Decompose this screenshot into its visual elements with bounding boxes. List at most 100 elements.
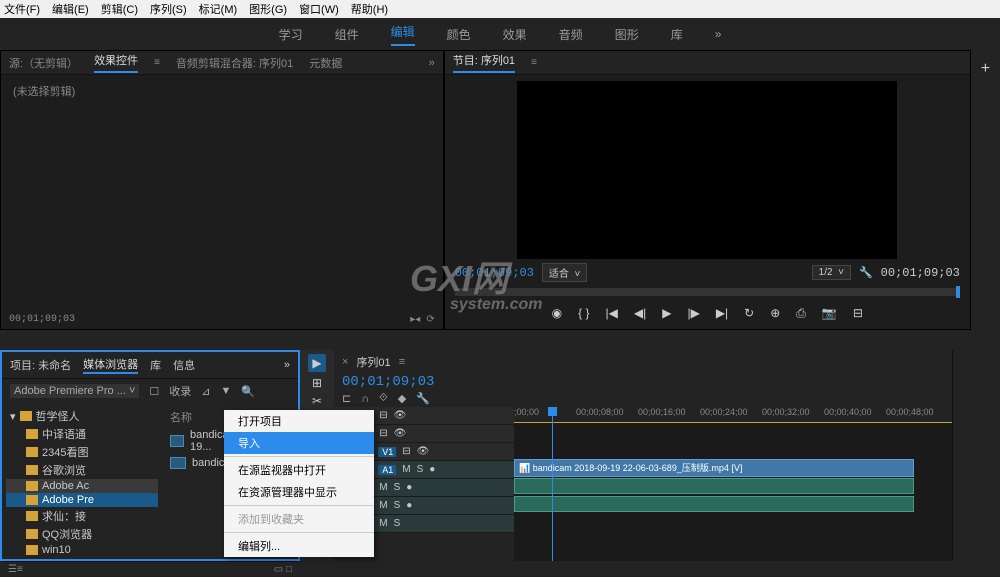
track-toggle[interactable]: ⊟ <box>402 446 410 457</box>
menu-window[interactable]: 窗口(W) <box>299 1 339 17</box>
tab-info[interactable]: 信息 <box>173 357 195 373</box>
overwrite-button[interactable]: ⎙ <box>796 306 806 321</box>
audio-clip-a2[interactable] <box>514 496 914 512</box>
ctx-edit-columns[interactable]: 编辑列... <box>224 535 374 557</box>
track-toggle[interactable]: ⊟ <box>379 410 387 421</box>
folder-root[interactable]: ▾ 哲学怪人 <box>6 407 158 425</box>
settings-icon[interactable]: 🔧 <box>859 266 873 279</box>
fit-dropdown[interactable]: 适合 ˅ <box>542 263 587 282</box>
workspace-audio[interactable]: 音频 <box>559 26 583 43</box>
solo-button[interactable]: S <box>394 482 401 493</box>
comparison-button[interactable]: ⊟ <box>853 306 863 321</box>
magnet-icon[interactable]: ∩ <box>361 393 369 405</box>
timeline-tracks[interactable]: ;00;00 00;00;08;00 00;00;16;00 00;00;24;… <box>514 407 952 561</box>
tab-libraries[interactable]: 库 <box>150 357 161 373</box>
folder-item[interactable]: Adobe Ac <box>6 479 158 493</box>
playhead[interactable] <box>552 407 553 561</box>
track-visibility[interactable]: 👁 <box>394 428 407 439</box>
play-button[interactable]: ▶ <box>662 306 671 321</box>
ingest-checkbox[interactable]: ☐ <box>149 385 159 398</box>
tab-program[interactable]: 节目: 序列01 <box>453 52 515 73</box>
source-dropdown[interactable]: Adobe Premiere Pro ... ˅ <box>10 384 139 398</box>
mute-button[interactable]: M <box>379 518 387 529</box>
menu-clip[interactable]: 剪辑(C) <box>101 1 138 17</box>
source-icon-1[interactable]: ▸◂ <box>410 314 420 325</box>
search-icon[interactable]: 🔍 <box>241 385 255 398</box>
workspace-libraries[interactable]: 库 <box>671 26 683 43</box>
marker-icon[interactable]: ◆ <box>398 392 406 405</box>
ctx-open-project[interactable]: 打开项目 <box>224 410 374 432</box>
folder-item[interactable]: QQ浏览器 <box>6 525 158 543</box>
new-folder-icon[interactable]: ⊿ <box>201 385 210 398</box>
snap-icon[interactable]: ⊏ <box>342 392 351 405</box>
track-a1[interactable]: A1 <box>378 465 396 475</box>
export-frame-button[interactable]: 📷 <box>822 306 837 321</box>
track-visibility[interactable]: 👁 <box>417 446 430 457</box>
menu-sequence[interactable]: 序列(S) <box>150 1 187 17</box>
folder-item[interactable]: 2345看图 <box>6 443 158 461</box>
workspace-graphics[interactable]: 图形 <box>615 26 639 43</box>
insert-button[interactable]: ⊕ <box>770 306 780 321</box>
folder-tree[interactable]: ▾ 哲学怪人 中译语通 2345看图 谷歌浏览 Adobe Ac Adobe P… <box>2 403 162 561</box>
program-timecode-left[interactable]: 00;01;09;03 <box>455 266 534 280</box>
mute-button[interactable]: M <box>402 464 410 475</box>
video-clip[interactable]: 📊 bandicam 2018-09-19 22-06-03-689_压制版.m… <box>514 459 914 477</box>
track-v1[interactable]: V1 <box>378 447 396 457</box>
menu-edit[interactable]: 编辑(E) <box>52 1 89 17</box>
menu-file[interactable]: 文件(F) <box>4 1 40 17</box>
go-to-out-button[interactable]: ▶| <box>716 306 728 321</box>
list-view-icon[interactable]: ☰≡ <box>8 564 23 575</box>
record-button[interactable]: ● <box>429 464 435 475</box>
tab-metadata[interactable]: 元数据 <box>309 55 342 71</box>
timeline-close-icon[interactable]: × <box>342 356 348 368</box>
sequence-tab[interactable]: 序列01 <box>356 354 390 370</box>
tab-audio-mixer[interactable]: 音频剪辑混合器: 序列01 <box>176 55 293 71</box>
step-back-button[interactable]: ◀| <box>634 306 646 321</box>
add-panel-button[interactable]: + <box>971 50 1000 350</box>
tab-effect-controls[interactable]: 效果控件 <box>94 52 138 73</box>
marker-button[interactable]: ◉ <box>552 306 562 321</box>
workspace-assembly[interactable]: 组件 <box>335 26 359 43</box>
track-select-tool[interactable]: ⊞ <box>312 376 322 390</box>
ctx-import[interactable]: 导入 <box>224 432 374 454</box>
loop-button[interactable]: ↻ <box>744 306 754 321</box>
workspace-more[interactable]: » <box>715 27 722 41</box>
ctx-open-in-source[interactable]: 在源监视器中打开 <box>224 459 374 481</box>
menu-graphics[interactable]: 图形(G) <box>249 1 287 17</box>
workspace-learn[interactable]: 学习 <box>279 26 303 43</box>
program-monitor[interactable] <box>517 81 897 259</box>
workspace-effects[interactable]: 效果 <box>503 26 527 43</box>
project-tabs-more[interactable]: » <box>284 359 290 371</box>
menu-marker[interactable]: 标记(M) <box>199 1 238 17</box>
panel-menu-icon[interactable]: ≡ <box>154 57 160 68</box>
track-visibility[interactable]: 👁 <box>394 410 407 421</box>
workspace-editing[interactable]: 编辑 <box>391 23 415 46</box>
folder-item[interactable]: 谷歌浏览 <box>6 461 158 479</box>
mute-button[interactable]: M <box>379 500 387 511</box>
settings-icon[interactable]: 🔧 <box>416 392 430 405</box>
tabs-overflow[interactable]: » <box>429 57 435 69</box>
solo-button[interactable]: S <box>394 500 401 511</box>
folder-item[interactable]: 求仙：接 <box>6 507 158 525</box>
ripple-tool[interactable]: ✂ <box>312 394 322 408</box>
in-out-button[interactable]: { } <box>578 306 589 321</box>
folder-item[interactable]: win10 <box>6 543 158 557</box>
folder-item[interactable]: 中译语通 <box>6 425 158 443</box>
zoom-dropdown[interactable]: 1/2 ˅ <box>812 265 851 280</box>
timeline-timecode[interactable]: 00;01;09;03 <box>334 374 952 390</box>
time-ruler[interactable]: ;00;00 00;00;08;00 00;00;16;00 00;00;24;… <box>514 407 952 423</box>
tab-project[interactable]: 项目: 未命名 <box>10 357 71 373</box>
selection-tool[interactable]: ▶ <box>308 354 325 372</box>
tab-source[interactable]: 源:（无剪辑） <box>9 55 78 71</box>
folder-item-selected[interactable]: Adobe Pre <box>6 493 158 507</box>
record-button[interactable]: ● <box>406 500 412 511</box>
source-icon-2[interactable]: ⟳ <box>426 314 434 325</box>
program-panel-menu-icon[interactable]: ≡ <box>531 57 537 68</box>
ctx-reveal-explorer[interactable]: 在资源管理器中显示 <box>224 481 374 503</box>
sequence-menu-icon[interactable]: ≡ <box>399 356 405 368</box>
solo-button[interactable]: S <box>417 464 424 475</box>
audio-clip-a1[interactable] <box>514 478 914 494</box>
playhead-scrub[interactable] <box>956 286 960 298</box>
link-icon[interactable]: ⟐ <box>379 392 388 405</box>
track-toggle[interactable]: ⊟ <box>379 428 387 439</box>
